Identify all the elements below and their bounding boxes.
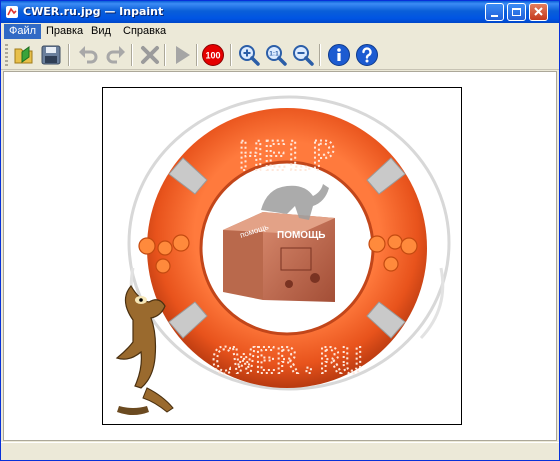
menu-bar: Файл Правка Вид Справка: [1, 23, 559, 40]
menu-edit[interactable]: Правка: [41, 24, 88, 39]
toolbar-separator: [68, 44, 70, 66]
toolbar-separator: [319, 44, 321, 66]
toolbar-separator: [164, 44, 166, 66]
run-inpaint-button[interactable]: [170, 43, 194, 67]
menu-file[interactable]: Файл: [4, 24, 42, 39]
zoom-out-button[interactable]: [291, 43, 315, 67]
help-button[interactable]: [355, 43, 379, 67]
image-workspace[interactable]: HELP CWER.RU помощь ПОМОЩЬ: [3, 71, 557, 441]
svg-text:CWER.RU: CWER.RU: [211, 341, 363, 382]
info-icon: [328, 44, 350, 66]
open-button[interactable]: [12, 43, 36, 67]
app-icon: [6, 6, 18, 18]
minimize-button[interactable]: [485, 3, 504, 21]
help-box: помощь ПОМОЩЬ: [223, 212, 335, 302]
actual-size-icon: 100: [202, 44, 224, 66]
open-icon: [14, 46, 33, 64]
undo-icon: [79, 46, 98, 64]
save-icon: [41, 45, 61, 65]
actual-size-button[interactable]: 100: [201, 43, 225, 67]
close-button[interactable]: [529, 3, 548, 21]
maximize-icon: [512, 8, 521, 16]
toolbar-separator: [230, 44, 232, 66]
menu-help[interactable]: Справка: [118, 24, 171, 39]
title-bar[interactable]: CWER.ru.jpg — Inpaint: [1, 1, 559, 23]
lifebuoy-picture: HELP CWER.RU помощь ПОМОЩЬ: [115, 95, 451, 415]
close-icon: [534, 7, 543, 16]
undo-button[interactable]: [76, 43, 100, 67]
redo-icon: [106, 46, 125, 64]
svg-text:100: 100: [205, 51, 220, 61]
zoom-in-icon: [239, 45, 260, 66]
svg-text:ПОМОЩЬ: ПОМОЩЬ: [277, 230, 325, 241]
toolbar-separator: [131, 44, 133, 66]
status-bar: [1, 442, 559, 460]
zoom-out-icon: [293, 45, 314, 66]
zoom-fit-icon: 1:1: [266, 45, 287, 66]
clear-selection-icon: [141, 46, 159, 64]
toolbar-grip[interactable]: [5, 44, 8, 66]
menu-view[interactable]: Вид: [86, 24, 116, 39]
maximize-button[interactable]: [507, 3, 526, 21]
zoom-in-button[interactable]: [237, 43, 261, 67]
window-title: CWER.ru.jpg — Inpaint: [23, 5, 164, 18]
svg-text:1:1: 1:1: [269, 51, 279, 58]
run-inpaint-icon: [176, 46, 190, 64]
toolbar-separator: [196, 44, 198, 66]
image-canvas[interactable]: HELP CWER.RU помощь ПОМОЩЬ: [102, 87, 462, 425]
redo-button[interactable]: [104, 43, 128, 67]
minimize-icon: [491, 15, 498, 17]
save-button[interactable]: [39, 43, 63, 67]
help-icon: [356, 44, 378, 66]
coyote-character: [115, 284, 174, 415]
info-button[interactable]: [327, 43, 351, 67]
svg-text:HELP: HELP: [239, 134, 335, 180]
toolbar: 100 1:1: [1, 40, 559, 70]
zoom-fit-button[interactable]: 1:1: [264, 43, 288, 67]
application-window: CWER.ru.jpg — Inpaint Файл Правка Вид Сп…: [0, 0, 560, 461]
clear-selection-button[interactable]: [138, 43, 162, 67]
